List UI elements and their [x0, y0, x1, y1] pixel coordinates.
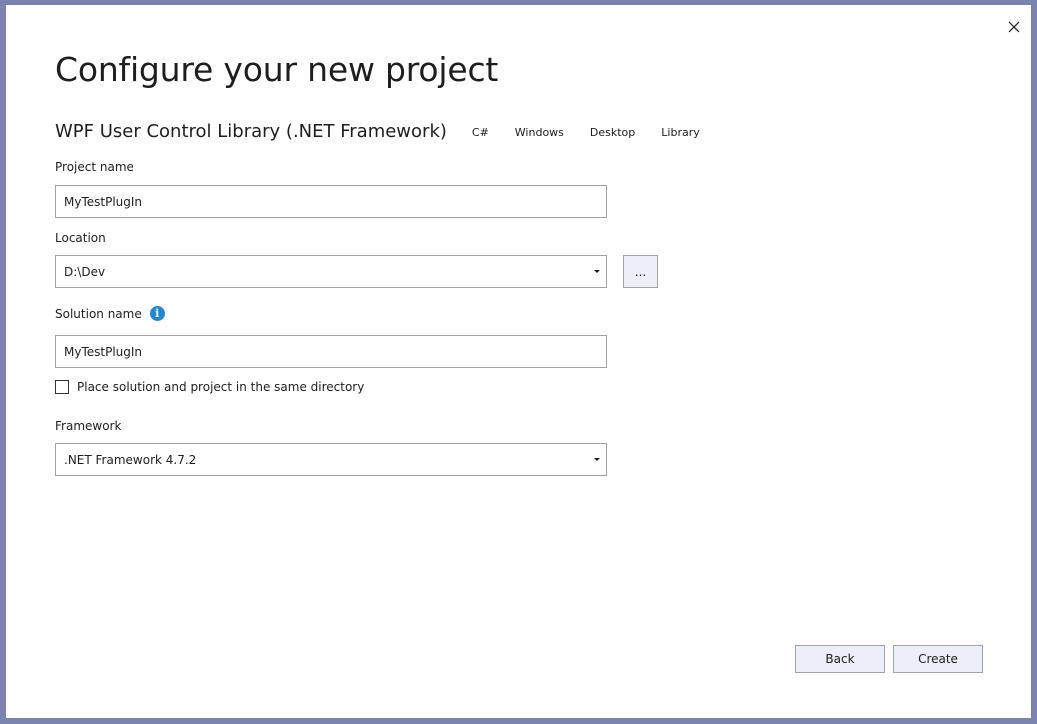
info-icon[interactable]: i — [149, 306, 165, 321]
template-header: WPF User Control Library (.NET Framework… — [55, 119, 726, 143]
chevron-down-icon — [594, 458, 600, 461]
location-value: D:\Dev — [64, 264, 106, 279]
close-button[interactable] — [1002, 15, 1026, 39]
template-name: WPF User Control Library (.NET Framework… — [55, 120, 447, 142]
browse-button[interactable]: ... — [623, 255, 658, 288]
same-directory-option[interactable]: Place solution and project in the same d… — [55, 380, 364, 394]
framework-value: .NET Framework 4.7.2 — [64, 452, 197, 467]
location-combobox[interactable]: D:\Dev — [55, 255, 607, 288]
project-name-value: MyTestPlugIn — [64, 194, 143, 209]
chevron-down-icon — [594, 270, 600, 273]
tag-platform: Windows — [514, 125, 564, 139]
project-name-label: Project name — [55, 160, 134, 174]
close-icon — [1008, 21, 1020, 33]
solution-name-value: MyTestPlugIn — [64, 344, 143, 359]
tag-project-type: Desktop — [589, 125, 636, 139]
framework-label: Framework — [55, 419, 122, 433]
solution-name-label-row: Solution name i — [55, 306, 165, 322]
create-button[interactable]: Create — [893, 645, 983, 673]
solution-name-label: Solution name — [55, 307, 142, 321]
back-button[interactable]: Back — [795, 645, 885, 673]
page-title: Configure your new project — [55, 50, 499, 89]
same-directory-label: Place solution and project in the same d… — [77, 380, 365, 394]
project-name-input[interactable]: MyTestPlugIn — [55, 185, 607, 218]
location-label: Location — [55, 231, 106, 245]
solution-name-input[interactable]: MyTestPlugIn — [55, 335, 607, 368]
dialog-window: Configure your new project WPF User Cont… — [0, 0, 1037, 724]
same-directory-checkbox[interactable] — [55, 380, 69, 394]
tag-language: C# — [471, 125, 489, 139]
framework-combobox[interactable]: .NET Framework 4.7.2 — [55, 443, 607, 476]
tag-category: Library — [661, 125, 700, 139]
